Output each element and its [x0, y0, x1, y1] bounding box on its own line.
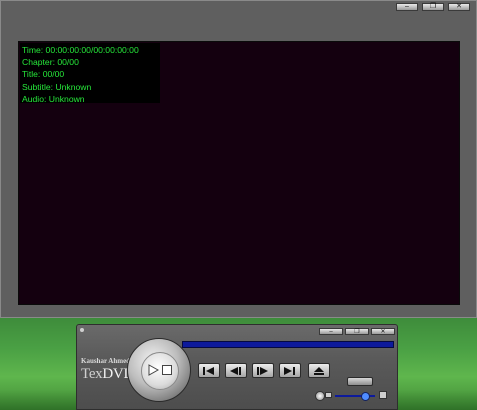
- osd-audio: Audio: Unknown: [22, 93, 85, 104]
- panel-minimize-button[interactable]: –: [319, 328, 343, 335]
- volume-icon[interactable]: [315, 391, 325, 401]
- control-panel: – ❐ ✕ Kaushar Ahmed TexDVD: [76, 324, 398, 410]
- panel-menu-icon[interactable]: [80, 328, 84, 332]
- fullscreen-button[interactable]: [347, 377, 373, 386]
- video-window: – ❐ ✕ Time: 00:00:00:00/00:00:00:00 Chap…: [0, 0, 477, 318]
- minimize-button[interactable]: –: [396, 3, 418, 11]
- skip-forward-icon: [284, 367, 295, 375]
- osd-title: Title: 00/00: [22, 69, 65, 80]
- play-icon[interactable]: [147, 364, 159, 376]
- panel-restore-button[interactable]: ❐: [345, 328, 369, 335]
- restore-button[interactable]: ❐: [422, 3, 444, 11]
- step-forward-icon: [257, 367, 268, 375]
- next-chapter-button[interactable]: [279, 363, 301, 378]
- skip-back-icon: [203, 367, 214, 375]
- step-back-button[interactable]: [225, 363, 247, 378]
- eject-button[interactable]: [308, 363, 330, 378]
- stop-icon[interactable]: [161, 364, 173, 376]
- previous-chapter-button[interactable]: [198, 363, 220, 378]
- logo-tex: Tex: [81, 366, 103, 382]
- osd-chapter: Chapter: 00/00: [22, 57, 79, 68]
- eject-icon: [314, 367, 324, 375]
- seek-progress-bar[interactable]: [182, 341, 394, 348]
- osd-info-panel: Time: 00:00:00:00/00:00:00:00 Chapter: 0…: [20, 43, 160, 104]
- step-forward-button[interactable]: [252, 363, 274, 378]
- step-back-icon: [230, 367, 241, 375]
- author-credit: Kaushar Ahmed: [81, 357, 131, 365]
- video-display[interactable]: Time: 00:00:00:00/00:00:00:00 Chapter: 0…: [18, 41, 460, 305]
- close-button[interactable]: ✕: [448, 3, 470, 11]
- volume-up-button[interactable]: [379, 391, 387, 399]
- panel-close-button[interactable]: ✕: [371, 328, 395, 335]
- control-wheel-center: [141, 352, 179, 390]
- video-window-caption: – ❐ ✕: [1, 1, 476, 13]
- volume-slider-thumb[interactable]: [361, 392, 370, 401]
- volume-down-button[interactable]: [325, 392, 332, 398]
- osd-time: Time: 00:00:00:00/00:00:00:00: [22, 45, 139, 55]
- osd-subtitle: Subtitle: Unknown: [22, 81, 92, 92]
